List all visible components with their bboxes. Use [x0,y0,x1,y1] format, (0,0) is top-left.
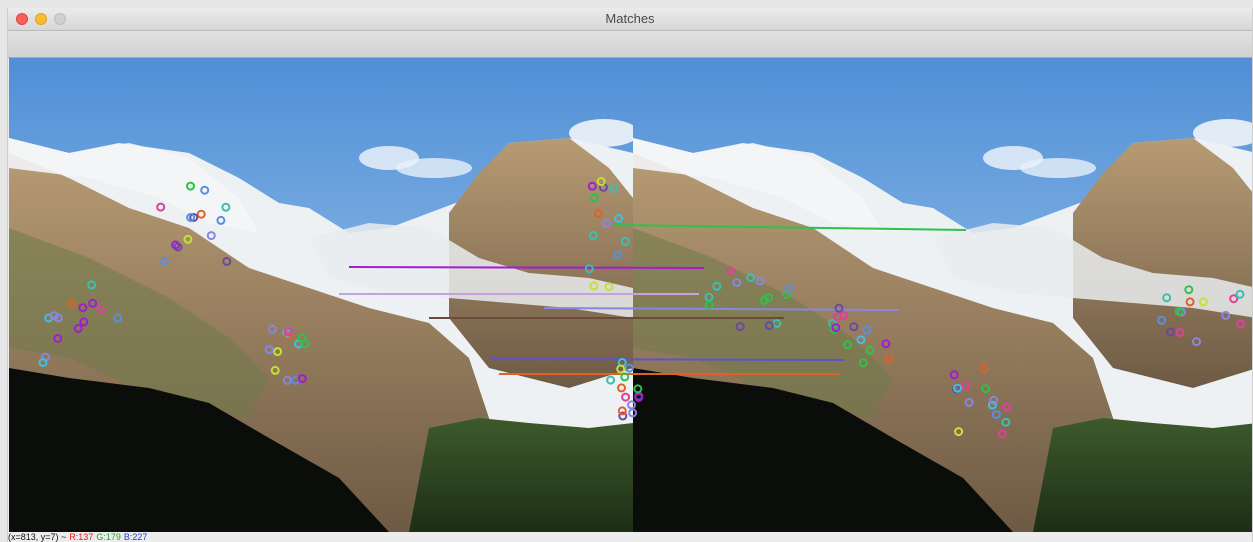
green-value: G:179 [96,532,121,542]
window-title: Matches [605,11,655,26]
toolbar [8,31,1252,58]
status-bar: (x=813, y=7) ~ R:137 G:179 B:227 [8,532,1252,542]
matches-window: Matches (x=813, y=7) ~ R:137 G:179 B:227 [7,8,1253,542]
blue-value: B:227 [123,532,148,542]
match-line [488,358,845,361]
image-canvas[interactable] [9,58,1252,532]
red-value: R:137 [69,532,94,542]
cursor-coordinates: (x=813, y=7) ~ [8,532,67,542]
title-bar[interactable]: Matches [8,8,1252,31]
match-line [348,266,705,269]
matches-image[interactable] [9,58,1252,532]
